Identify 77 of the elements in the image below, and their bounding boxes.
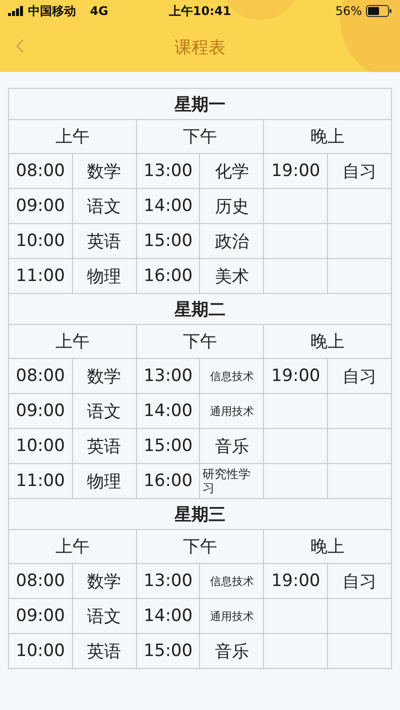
time-cell: 09:00 xyxy=(9,189,73,224)
subject-cell: 数学 xyxy=(72,154,137,189)
time-cell: 15:00 xyxy=(136,634,200,669)
subject-cell: 自习 xyxy=(328,154,392,189)
subject-cell: 英语 xyxy=(72,224,137,259)
subject-cell: 物理 xyxy=(72,259,137,294)
subject-cell: 历史 xyxy=(200,189,264,224)
subject-cell: 研究性学习 xyxy=(200,464,264,499)
subject-cell: 政治 xyxy=(200,224,264,259)
back-chevron-icon xyxy=(16,39,24,53)
battery-percent: 56% xyxy=(335,4,362,18)
period-header: 上午 xyxy=(9,120,137,154)
subject-cell: 英语 xyxy=(72,429,137,464)
day-header: 星期三 xyxy=(9,499,392,530)
subject-cell: 自习 xyxy=(328,359,392,394)
subject-cell: 通用技术 xyxy=(200,394,264,429)
time-cell: 09:00 xyxy=(9,599,73,634)
network-type: 4G xyxy=(90,4,108,18)
period-header: 下午 xyxy=(136,120,264,154)
subject-cell: 信息技术 xyxy=(200,564,264,599)
period-header: 晚上 xyxy=(264,120,392,154)
period-header: 晚上 xyxy=(264,325,392,359)
empty-cell xyxy=(264,464,328,499)
subject-cell: 化学 xyxy=(200,154,264,189)
empty-cell xyxy=(264,599,328,634)
empty-cell xyxy=(264,224,328,259)
subject-cell: 语文 xyxy=(72,189,137,224)
time-cell: 11:00 xyxy=(9,464,73,499)
time-cell: 14:00 xyxy=(136,599,200,634)
subject-cell: 数学 xyxy=(72,359,137,394)
carrier-name: 中国移动 xyxy=(28,2,76,20)
time-cell: 13:00 xyxy=(136,564,200,599)
time-cell: 13:00 xyxy=(136,154,200,189)
subject-cell: 自习 xyxy=(328,564,392,599)
time-cell: 10:00 xyxy=(9,634,73,669)
time-cell: 13:00 xyxy=(136,359,200,394)
subject-cell: 语文 xyxy=(72,599,137,634)
time-cell: 15:00 xyxy=(136,224,200,259)
day-header: 星期二 xyxy=(9,294,392,325)
subject-cell: 通用技术 xyxy=(200,599,264,634)
empty-cell xyxy=(264,394,328,429)
subject-cell: 音乐 xyxy=(200,634,264,669)
time-cell: 08:00 xyxy=(9,564,73,599)
time-cell: 16:00 xyxy=(136,464,200,499)
period-header: 下午 xyxy=(136,325,264,359)
subject-cell: 英语 xyxy=(72,634,137,669)
signal-icon xyxy=(8,6,24,16)
period-header: 晚上 xyxy=(264,530,392,564)
time-cell: 14:00 xyxy=(136,189,200,224)
time-cell: 16:00 xyxy=(136,259,200,294)
empty-cell xyxy=(264,429,328,464)
battery-icon xyxy=(366,5,392,17)
subject-cell: 美术 xyxy=(200,259,264,294)
time-cell: 15:00 xyxy=(136,429,200,464)
time-cell: 19:00 xyxy=(264,154,328,189)
page-title: 课程表 xyxy=(174,36,226,58)
day-header: 星期一 xyxy=(9,89,392,120)
time-cell: 11:00 xyxy=(9,259,73,294)
subject-cell: 语文 xyxy=(72,394,137,429)
period-header: 上午 xyxy=(9,530,137,564)
empty-cell xyxy=(264,189,328,224)
time-cell: 08:00 xyxy=(9,359,73,394)
time-cell: 10:00 xyxy=(9,429,73,464)
period-header: 上午 xyxy=(9,325,137,359)
subject-cell: 音乐 xyxy=(200,429,264,464)
period-header: 下午 xyxy=(136,530,264,564)
time-cell: 08:00 xyxy=(9,154,73,189)
time-cell: 14:00 xyxy=(136,394,200,429)
subject-cell: 数学 xyxy=(72,564,137,599)
subject-cell: 信息技术 xyxy=(200,359,264,394)
time-cell: 19:00 xyxy=(264,359,328,394)
empty-cell xyxy=(264,259,328,294)
subject-cell: 物理 xyxy=(72,464,137,499)
time-cell: 19:00 xyxy=(264,564,328,599)
time-cell: 09:00 xyxy=(9,394,73,429)
time-cell: 10:00 xyxy=(9,224,73,259)
status-time: 上午10:41 xyxy=(168,2,232,20)
